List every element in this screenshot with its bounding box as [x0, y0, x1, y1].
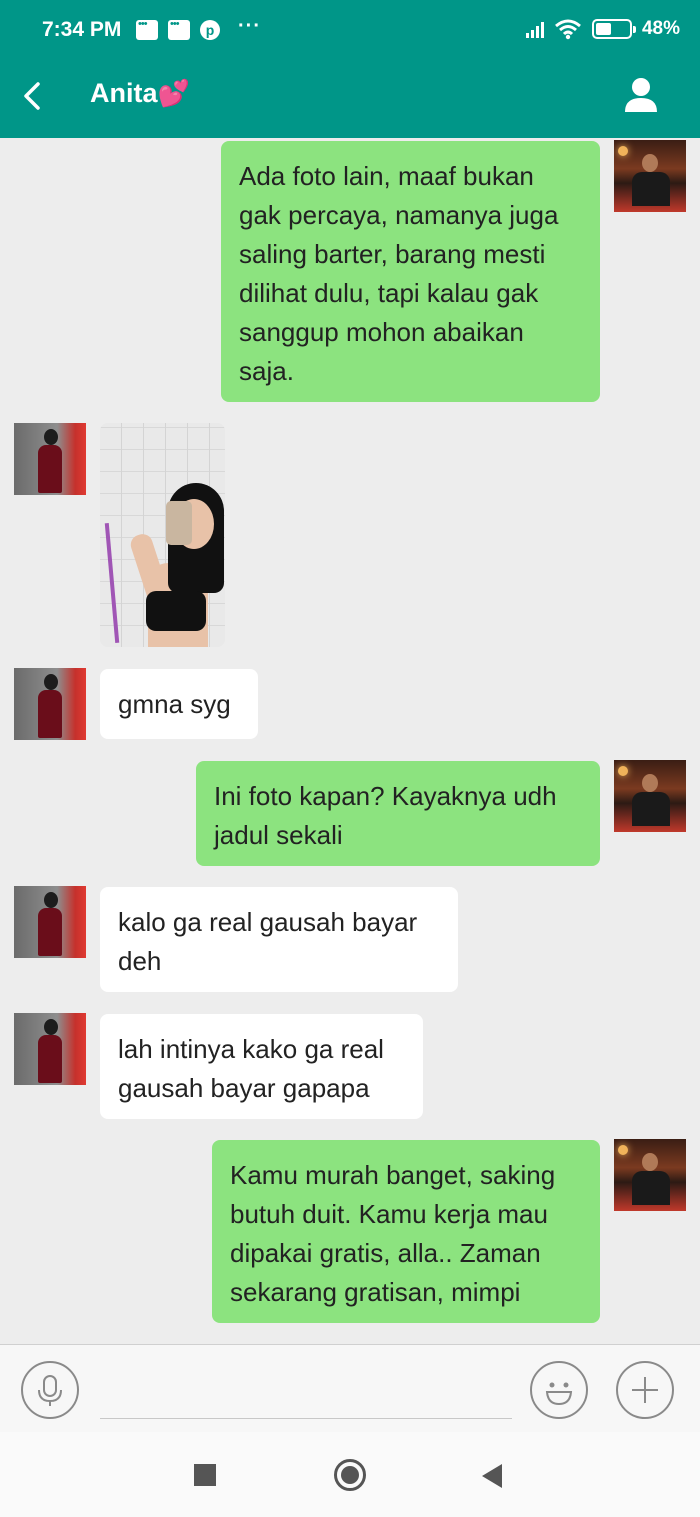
- battery-percent: 48%: [641, 18, 680, 39]
- profile-button[interactable]: [622, 76, 660, 114]
- message-icon: [168, 18, 190, 40]
- message-text: Ini foto kapan? Kayaknya udh jadul sekal…: [214, 781, 557, 850]
- message-text: Ada foto lain, maaf bukan gak percaya, n…: [239, 161, 559, 386]
- message-text: lah intinya kako ga real gausah bayar ga…: [118, 1034, 384, 1103]
- emoji-icon: [545, 1382, 573, 1406]
- system-navigation-bar: [0, 1432, 700, 1517]
- chat-title: Anita💕: [90, 78, 190, 109]
- contact-avatar[interactable]: [14, 1013, 86, 1085]
- my-avatar[interactable]: [614, 760, 686, 832]
- message-bubble-incoming[interactable]: lah intinya kako ga real gausah bayar ga…: [100, 1014, 423, 1119]
- home-button[interactable]: [334, 1459, 366, 1491]
- my-avatar[interactable]: [614, 1139, 686, 1211]
- message-bubble-incoming[interactable]: gmna syg: [100, 669, 258, 739]
- battery-icon: [591, 19, 636, 39]
- emoji-button[interactable]: [530, 1361, 588, 1419]
- message-input[interactable]: [100, 1365, 512, 1419]
- heart-emoji: 💕: [157, 78, 190, 108]
- chat-header: Anita💕: [0, 64, 700, 138]
- notification-icons: p ···: [136, 15, 261, 40]
- chevron-left-icon: [24, 82, 40, 110]
- plus-icon: [632, 1377, 658, 1403]
- attach-button[interactable]: [616, 1361, 674, 1419]
- contact-avatar[interactable]: [14, 423, 86, 495]
- message-input-bar: [0, 1344, 700, 1432]
- contact-name: Anita: [90, 78, 158, 108]
- status-time: 7:34 PM: [42, 18, 122, 41]
- system-icons: 48%: [525, 18, 680, 40]
- message-text: gmna syg: [118, 689, 231, 719]
- signal-icon: [525, 20, 544, 38]
- pinterest-icon: p: [200, 20, 220, 40]
- received-photo[interactable]: [100, 423, 225, 647]
- recent-apps-button[interactable]: [194, 1464, 216, 1486]
- status-bar: 7:34 PM p ··· 48%: [0, 0, 700, 64]
- wifi-icon: [555, 19, 581, 40]
- message-icon: [136, 18, 158, 40]
- contact-avatar[interactable]: [14, 668, 86, 740]
- message-bubble-outgoing[interactable]: Ada foto lain, maaf bukan gak percaya, n…: [221, 141, 600, 402]
- more-dots-icon: ···: [238, 14, 261, 37]
- battery-fill: [595, 23, 611, 35]
- message-bubble-incoming[interactable]: kalo ga real gausah bayar deh: [100, 887, 458, 992]
- nav-back-button[interactable]: [482, 1464, 502, 1488]
- person-icon: [625, 78, 657, 112]
- message-bubble-outgoing[interactable]: Kamu murah banget, saking butuh duit. Ka…: [212, 1140, 600, 1323]
- microphone-icon: [38, 1375, 62, 1406]
- voice-button[interactable]: [21, 1361, 79, 1419]
- back-button[interactable]: [14, 76, 54, 116]
- message-text: kalo ga real gausah bayar deh: [118, 907, 418, 976]
- message-text: Kamu murah banget, saking butuh duit. Ka…: [230, 1160, 556, 1307]
- my-avatar[interactable]: [614, 140, 686, 212]
- contact-avatar[interactable]: [14, 886, 86, 958]
- message-bubble-outgoing[interactable]: Ini foto kapan? Kayaknya udh jadul sekal…: [196, 761, 600, 866]
